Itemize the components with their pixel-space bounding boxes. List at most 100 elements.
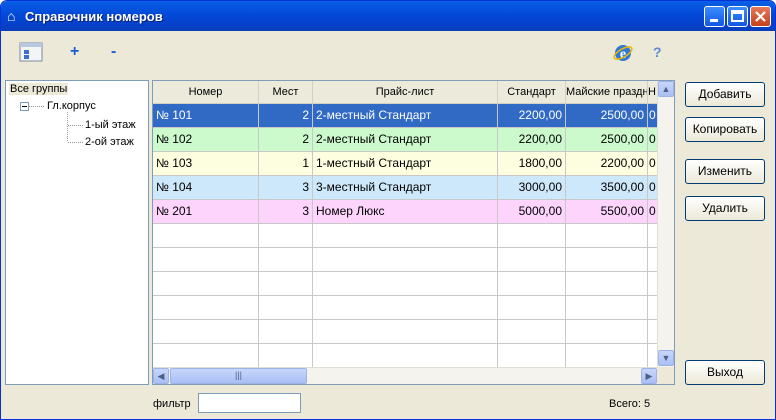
- cell-standard[interactable]: [498, 296, 566, 320]
- column-header-standard[interactable]: Стандарт: [498, 81, 566, 103]
- cell-number[interactable]: № 201: [153, 200, 259, 224]
- cell-standard[interactable]: [498, 344, 566, 368]
- cell-may-holidays[interactable]: 2200,00: [566, 152, 648, 176]
- column-header-may-holidays[interactable]: Майские праздн: [566, 81, 648, 103]
- cell-places[interactable]: 3: [259, 200, 313, 224]
- empty-table-row[interactable]: [153, 224, 658, 248]
- horizontal-scrollbar[interactable]: ◀ ||| ▶: [153, 367, 658, 384]
- add-button[interactable]: Добавить: [685, 82, 765, 107]
- cell-number[interactable]: № 101: [153, 104, 259, 128]
- table-row[interactable]: № 103 1 1-местный Стандарт 1800,00 2200,00 0: [153, 152, 658, 176]
- cell-standard[interactable]: 5000,00: [498, 200, 566, 224]
- column-header-places[interactable]: Мест: [259, 81, 313, 103]
- table-row[interactable]: № 104 3 3-местный Стандарт 3000,00 3500,00 0: [153, 176, 658, 200]
- cell-price-list[interactable]: [313, 272, 498, 296]
- cell-may-holidays[interactable]: [566, 320, 648, 344]
- tree-node-floor-1[interactable]: 1-ый этаж: [85, 119, 136, 131]
- cell-places[interactable]: 3: [259, 176, 313, 200]
- cell-places[interactable]: 1: [259, 152, 313, 176]
- view-toggle-button[interactable]: [19, 41, 43, 63]
- empty-table-row[interactable]: [153, 344, 658, 368]
- cell-standard[interactable]: [498, 224, 566, 248]
- cell-price-list[interactable]: 2-местный Стандарт: [313, 104, 498, 128]
- column-header-number[interactable]: Номер: [153, 81, 259, 103]
- cell-price-list[interactable]: 2-местный Стандарт: [313, 128, 498, 152]
- cell-places[interactable]: 2: [259, 128, 313, 152]
- cell-may-holidays[interactable]: [566, 344, 648, 368]
- cell-number[interactable]: [153, 272, 259, 296]
- cell-may-holidays[interactable]: [566, 296, 648, 320]
- cell-number[interactable]: [153, 296, 259, 320]
- table-row[interactable]: № 102 2 2-местный Стандарт 2200,00 2500,00 0: [153, 128, 658, 152]
- cell-may-holidays[interactable]: [566, 248, 648, 272]
- cell-places[interactable]: [259, 344, 313, 368]
- cell-standard[interactable]: [498, 320, 566, 344]
- remove-group-button[interactable]: -: [111, 43, 116, 61]
- app-window: ⌂ Справочник номеров + - e ? Все группы: [0, 0, 776, 420]
- cell-standard[interactable]: [498, 248, 566, 272]
- cell-may-holidays[interactable]: 5500,00: [566, 200, 648, 224]
- empty-table-row[interactable]: [153, 248, 658, 272]
- maximize-button[interactable]: [727, 6, 748, 27]
- cell-price-list[interactable]: 1-местный Стандарт: [313, 152, 498, 176]
- exit-button[interactable]: Выход: [685, 360, 765, 385]
- table-row[interactable]: № 201 3 Номер Люкс 5000,00 5500,00 0: [153, 200, 658, 224]
- scroll-left-button[interactable]: ◀: [153, 368, 169, 384]
- table-header: Номер Мест Прайс-лист Стандарт Майские п…: [153, 81, 658, 104]
- cell-places[interactable]: [259, 248, 313, 272]
- cell-may-holidays[interactable]: 2500,00: [566, 128, 648, 152]
- scroll-up-button[interactable]: ▲: [658, 81, 674, 97]
- vertical-scrollbar[interactable]: ▲ ▼: [657, 81, 674, 367]
- tree-node-main-building[interactable]: Гл.корпус: [47, 100, 96, 112]
- cell-number[interactable]: № 104: [153, 176, 259, 200]
- cell-price-list[interactable]: [313, 344, 498, 368]
- rooms-table[interactable]: Номер Мест Прайс-лист Стандарт Майские п…: [152, 80, 675, 385]
- cell-places[interactable]: 2: [259, 104, 313, 128]
- scroll-down-button[interactable]: ▼: [658, 350, 674, 366]
- cell-price-list[interactable]: Номер Люкс: [313, 200, 498, 224]
- cell-price-list[interactable]: 3-местный Стандарт: [313, 176, 498, 200]
- cell-standard[interactable]: 2200,00: [498, 128, 566, 152]
- minimize-button[interactable]: [704, 6, 725, 27]
- cell-may-holidays[interactable]: [566, 224, 648, 248]
- cell-number[interactable]: [153, 320, 259, 344]
- cell-number[interactable]: [153, 344, 259, 368]
- column-header-price-list[interactable]: Прайс-лист: [313, 81, 498, 103]
- cell-price-list[interactable]: [313, 296, 498, 320]
- group-tree[interactable]: Все группы Гл.корпус 1-ый этаж 2-ой этаж: [5, 80, 149, 385]
- title-bar[interactable]: ⌂ Справочник номеров: [1, 1, 775, 31]
- cell-number[interactable]: № 102: [153, 128, 259, 152]
- cell-price-list[interactable]: [313, 320, 498, 344]
- cell-places[interactable]: [259, 296, 313, 320]
- scroll-right-button[interactable]: ▶: [641, 368, 657, 384]
- cell-may-holidays[interactable]: 3500,00: [566, 176, 648, 200]
- empty-table-row[interactable]: [153, 272, 658, 296]
- edit-button[interactable]: Изменить: [685, 159, 765, 184]
- cell-standard[interactable]: [498, 272, 566, 296]
- horizontal-scroll-thumb[interactable]: |||: [170, 368, 307, 384]
- filter-input[interactable]: [198, 393, 301, 413]
- cell-places[interactable]: [259, 224, 313, 248]
- help-button[interactable]: ?: [653, 44, 662, 60]
- cell-places[interactable]: [259, 272, 313, 296]
- cell-number[interactable]: [153, 248, 259, 272]
- cell-may-holidays[interactable]: 2500,00: [566, 104, 648, 128]
- cell-standard[interactable]: 1800,00: [498, 152, 566, 176]
- cell-places[interactable]: [259, 320, 313, 344]
- cell-may-holidays[interactable]: [566, 272, 648, 296]
- table-row[interactable]: № 101 2 2-местный Стандарт 2200,00 2500,00 0: [153, 104, 658, 128]
- empty-table-row[interactable]: [153, 296, 658, 320]
- cell-price-list[interactable]: [313, 224, 498, 248]
- cell-standard[interactable]: 2200,00: [498, 104, 566, 128]
- cell-number[interactable]: [153, 224, 259, 248]
- browser-button[interactable]: e: [612, 42, 634, 64]
- cell-price-list[interactable]: [313, 248, 498, 272]
- close-button[interactable]: [750, 6, 771, 27]
- empty-table-row[interactable]: [153, 320, 658, 344]
- tree-node-floor-2[interactable]: 2-ой этаж: [85, 136, 134, 148]
- delete-button[interactable]: Удалить: [685, 196, 765, 221]
- add-group-button[interactable]: +: [70, 43, 79, 61]
- cell-standard[interactable]: 3000,00: [498, 176, 566, 200]
- copy-button[interactable]: Копировать: [685, 117, 765, 142]
- cell-number[interactable]: № 103: [153, 152, 259, 176]
